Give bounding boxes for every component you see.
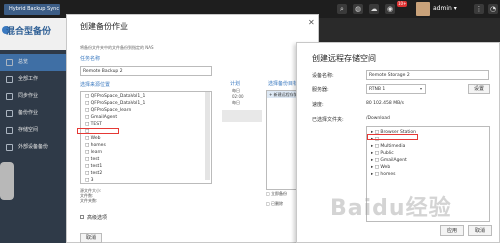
server-label: 服务器: xyxy=(312,87,329,93)
tree-item[interactable]: □ test1 xyxy=(85,163,102,170)
tree-item[interactable]: □ QFProSpace_DataVol1_1 xyxy=(85,93,145,100)
jobs-icon xyxy=(6,76,13,83)
transfer-arrow xyxy=(222,110,262,122)
tree-item[interactable]: ▸ □ GmailAgent xyxy=(371,157,407,164)
highlight-box xyxy=(367,134,418,140)
tree-item[interactable]: □ test2 xyxy=(85,170,102,177)
tree-item[interactable]: □ GmailAgent xyxy=(85,114,117,121)
notification-badge: 10+ xyxy=(397,1,408,7)
tree-item[interactable]: ▸ □ homes xyxy=(371,171,395,178)
source-label: 选择来源位置 xyxy=(80,82,111,88)
deleted-checkbox[interactable]: □ 已删除 xyxy=(266,201,283,207)
advanced-options-label: 高级选项 xyxy=(87,215,108,221)
tree-item[interactable]: □ homes xyxy=(85,142,106,149)
tree-item[interactable]: □ Web xyxy=(85,135,101,142)
tree-item[interactable]: ▸ □ Multimedia xyxy=(371,143,405,150)
close-icon[interactable]: ✕ xyxy=(308,18,315,27)
task-name-label: 任务名称 xyxy=(80,56,101,62)
scrollbar[interactable] xyxy=(205,92,210,180)
notification-icon[interactable]: ◉ xyxy=(385,4,395,14)
source-size-info: 源文件大小: 文件数: 文件夹数: xyxy=(80,188,102,203)
tree-item[interactable]: □ QFProSpace_DataVol1_1 xyxy=(85,100,145,107)
speed-value: 80 102.458 MB/s xyxy=(366,101,405,106)
user-menu[interactable]: admin ▾ xyxy=(433,4,457,14)
cloud-icon[interactable]: ☁ xyxy=(369,4,379,14)
device-name-label: 设备名称: xyxy=(312,73,334,79)
dialog-description: 将备份文件夹中的文件备份到指定的 NAS xyxy=(80,45,154,50)
speaker-icon[interactable]: ◍ xyxy=(353,4,363,14)
tree-item[interactable]: □ TEST xyxy=(85,121,102,128)
tree-item[interactable]: □ QFProSpace_learn xyxy=(85,107,131,114)
selected-folder-label: 已选择文件夹: xyxy=(312,117,344,123)
cancel-button[interactable]: 取消 xyxy=(80,233,102,243)
advanced-checkbox[interactable] xyxy=(80,215,84,219)
app-logo: 混合型备份 xyxy=(6,27,52,37)
avatar[interactable] xyxy=(416,2,430,16)
dialog-title: 创建备份作业 xyxy=(80,22,128,31)
highlight-box xyxy=(77,128,119,134)
app-tab[interactable]: Hybrid Backup Sync xyxy=(4,4,60,15)
apply-button[interactable]: 应用 xyxy=(440,225,464,236)
external-device-icon xyxy=(6,144,13,151)
device-name-input[interactable]: Remote Storage 2 xyxy=(366,70,489,80)
watermark: Baidu经验 xyxy=(330,196,452,221)
backup-icon xyxy=(6,110,13,117)
tree-item[interactable]: ▸ □ Web xyxy=(371,164,390,171)
cancel-button[interactable]: 取消 xyxy=(468,225,492,236)
dashboard-icon[interactable]: ◔ xyxy=(488,4,498,14)
speed-label: 速度: xyxy=(312,102,324,108)
tree-item[interactable]: □ 3 xyxy=(85,177,94,183)
server-select[interactable]: RTNB 1 xyxy=(366,84,426,94)
schedule-text: 每日 02:00 每日 xyxy=(232,88,244,105)
tree-item[interactable]: ▸ □ Public xyxy=(371,150,394,157)
storage-icon xyxy=(6,127,13,134)
overview-icon xyxy=(6,59,13,66)
chevron-down-icon[interactable]: ▾ xyxy=(420,86,422,91)
search-icon[interactable]: ⌕ xyxy=(337,4,347,14)
dialog-title: 创建远程存储空间 xyxy=(312,54,376,63)
tree-item[interactable]: □ learn xyxy=(85,149,102,156)
schedule-label: 计划 xyxy=(230,81,241,87)
mascot-icon xyxy=(0,162,14,200)
task-name-input[interactable]: Remote Backup 2 xyxy=(80,66,212,76)
source-folder-tree[interactable]: □ QFProSpace_DataVol1_1 □ QFProSpace_Dat… xyxy=(80,91,212,184)
more-icon[interactable]: ⋮ xyxy=(474,4,484,14)
destination-label: 选择备份目标 xyxy=(268,81,299,87)
backup-now-checkbox[interactable]: □ 立即备份 xyxy=(266,191,287,197)
sync-icon xyxy=(6,93,13,100)
selected-folder-path: /Download xyxy=(366,116,390,121)
tree-item[interactable]: □ test xyxy=(85,156,99,163)
settings-button[interactable]: 设置 xyxy=(468,84,490,94)
